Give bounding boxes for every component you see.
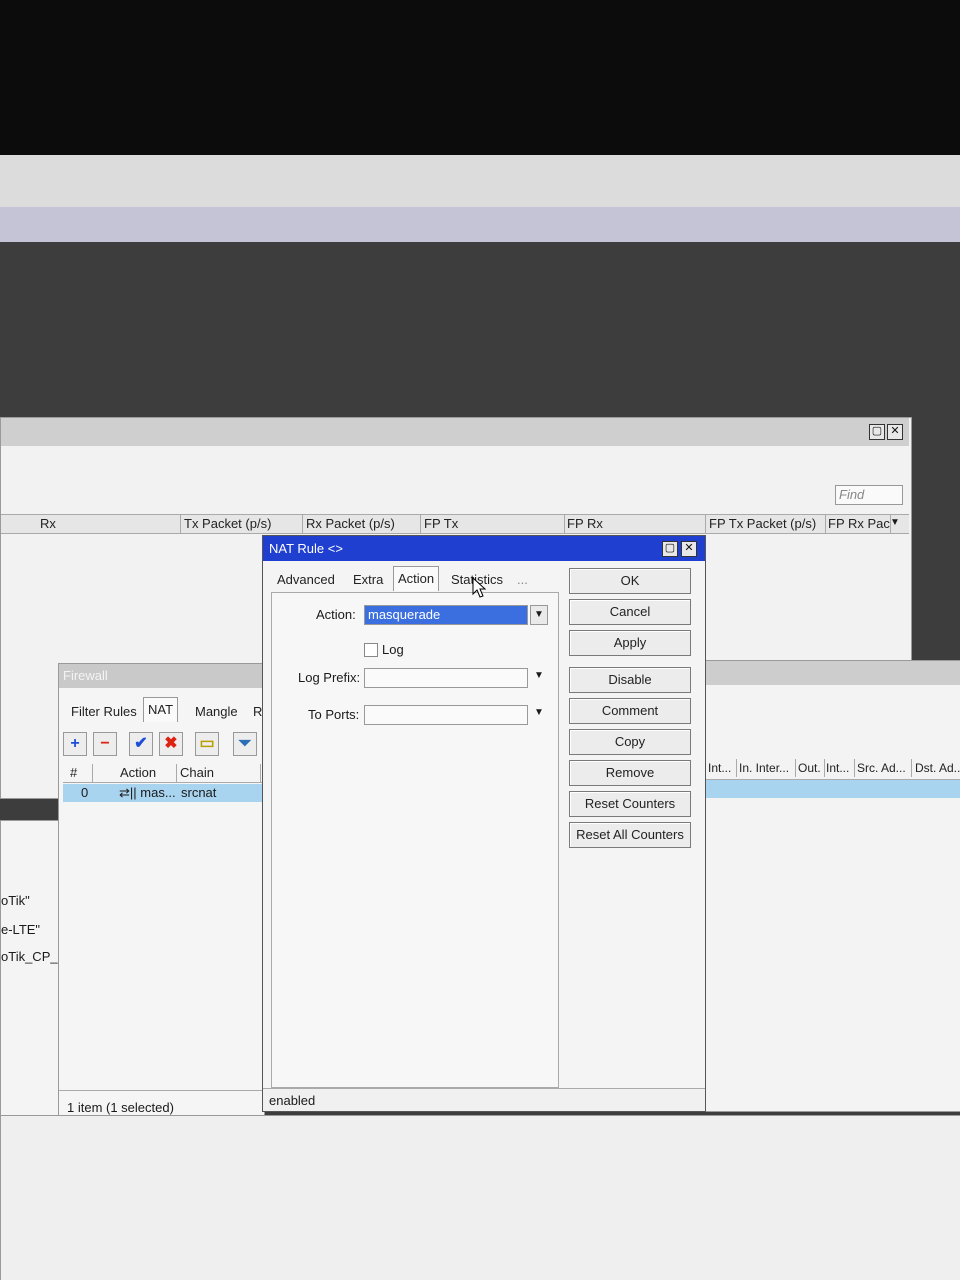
desktop-screen: ▢ ✕ Find Rx Tx Packet (p/s) Rx Packet (p… xyxy=(0,155,960,1280)
column-out-interface-list[interactable]: Int... xyxy=(823,759,855,777)
column-in-interface-list[interactable]: In. Inter... xyxy=(736,759,796,777)
apply-button[interactable]: Apply xyxy=(569,630,691,656)
comment-icon[interactable]: ▭ xyxy=(195,732,219,756)
app-menu-bar xyxy=(0,207,960,242)
find-input[interactable]: Find xyxy=(835,485,903,505)
reset-counters-button[interactable]: Reset Counters xyxy=(569,791,691,817)
action-value: masquerade xyxy=(368,607,441,622)
app-top-area xyxy=(0,155,960,207)
row-chain: srcnat xyxy=(181,785,217,800)
column-chain[interactable]: Chain xyxy=(177,764,261,782)
nat-rule-status-bar: enabled xyxy=(263,1088,705,1111)
filter-icon[interactable]: ⏷ xyxy=(233,732,257,756)
to-ports-dropdown-icon[interactable]: ▼ xyxy=(534,707,544,718)
firewall-right-titlebar xyxy=(701,661,960,685)
remove-button[interactable]: Remove xyxy=(569,760,691,786)
column-src-address[interactable]: Src. Ad... xyxy=(854,759,912,777)
left-list-item[interactable]: oTik" xyxy=(1,893,30,908)
close-icon[interactable]: ✕ xyxy=(887,424,903,440)
log-prefix-input[interactable] xyxy=(364,668,528,688)
column-in-interface[interactable]: Int... xyxy=(705,759,737,777)
to-ports-label: To Ports: xyxy=(308,707,360,722)
add-icon[interactable]: + xyxy=(63,732,87,756)
cancel-button[interactable]: Cancel xyxy=(569,599,691,625)
row-number: 0 xyxy=(81,785,89,800)
cursor-icon xyxy=(472,577,487,598)
action-dropdown-icon[interactable]: ▼ xyxy=(530,605,548,625)
nat-table-header: # Action Chain xyxy=(63,764,263,783)
maximize-icon[interactable]: ▢ xyxy=(662,541,678,557)
lower-background-window xyxy=(0,1115,960,1280)
remove-icon[interactable]: − xyxy=(93,732,117,756)
nat-rule-dialog: NAT Rule <> ▢ ✕ Advanced Extra Action St… xyxy=(262,535,706,1112)
firewall-status: 1 item (1 selected) xyxy=(67,1100,174,1115)
firewall-title: Firewall xyxy=(63,668,108,683)
columns-dropdown-icon[interactable]: ▼ xyxy=(890,517,900,528)
to-ports-input[interactable] xyxy=(364,705,528,725)
row-action: ⇄|| mas... xyxy=(119,785,176,800)
tab-more[interactable]: ... xyxy=(513,568,532,592)
interfaces-titlebar xyxy=(1,418,909,446)
column-fp-rx[interactable]: FP Rx xyxy=(564,515,706,533)
firewall-window: Firewall Filter Rules NAT Mangle R + − ✔… xyxy=(58,663,265,1122)
log-label: Log xyxy=(382,642,404,657)
column-rx-packet[interactable]: Rx Packet (p/s) xyxy=(303,515,421,533)
close-icon[interactable]: ✕ xyxy=(681,541,697,557)
action-label: Action: xyxy=(316,607,356,622)
column-rx[interactable]: Rx xyxy=(37,515,181,533)
find-placeholder: Find xyxy=(839,487,865,502)
selected-row-extension[interactable] xyxy=(701,780,960,798)
disable-icon[interactable]: ✖ xyxy=(159,732,183,756)
tab-advanced[interactable]: Advanced xyxy=(273,568,339,592)
nat-rule-title: NAT Rule <> xyxy=(269,541,343,556)
column-fp-tx-packet[interactable]: FP Tx Packet (p/s) xyxy=(706,515,826,533)
log-prefix-dropdown-icon[interactable]: ▼ xyxy=(534,670,544,681)
table-row[interactable]: 0 ⇄|| mas... srcnat xyxy=(63,784,263,802)
firewall-titlebar: Firewall xyxy=(59,664,264,688)
left-list-item[interactable]: oTik_CP_ xyxy=(1,949,58,964)
reset-all-counters-button[interactable]: Reset All Counters xyxy=(569,822,691,848)
column-tx-packet[interactable]: Tx Packet (p/s) xyxy=(181,515,303,533)
action-select[interactable]: masquerade xyxy=(364,605,528,625)
nat-rule-titlebar: NAT Rule <> ▢ ✕ xyxy=(263,536,705,561)
tab-extra[interactable]: Extra xyxy=(349,568,387,592)
column-number[interactable]: # xyxy=(67,764,93,782)
interfaces-column-header: Rx Tx Packet (p/s) Rx Packet (p/s) FP Tx… xyxy=(1,514,909,534)
tab-nat[interactable]: NAT xyxy=(143,697,179,722)
tab-action[interactable]: Action xyxy=(393,566,440,591)
firewall-right-pane: Int... In. Inter... Out. Int... Src. Ad.… xyxy=(700,660,960,1112)
ok-button[interactable]: OK xyxy=(569,568,691,594)
log-prefix-label: Log Prefix: xyxy=(298,670,361,685)
column-action[interactable]: Action xyxy=(117,764,177,782)
column-fp-tx[interactable]: FP Tx xyxy=(421,515,565,533)
comment-button[interactable]: Comment xyxy=(569,698,691,724)
log-checkbox[interactable] xyxy=(364,643,378,657)
tab-mangle[interactable]: Mangle xyxy=(191,700,242,724)
maximize-icon[interactable]: ▢ xyxy=(869,424,885,440)
tab-filter-rules[interactable]: Filter Rules xyxy=(67,700,141,724)
disable-button[interactable]: Disable xyxy=(569,667,691,693)
copy-button[interactable]: Copy xyxy=(569,729,691,755)
nat-rule-status: enabled xyxy=(269,1093,316,1108)
column-dst-address[interactable]: Dst. Ad... xyxy=(912,759,960,777)
left-list-item[interactable]: e-LTE" xyxy=(1,922,40,937)
enable-icon[interactable]: ✔ xyxy=(129,732,153,756)
nat-rule-form-area: Action: masquerade ▼ Log Log Prefix: ▼ T… xyxy=(271,592,559,1088)
left-list-window: oTik" e-LTE" oTik_CP_ xyxy=(0,820,60,1122)
firewall-right-header: Int... In. Inter... Out. Int... Src. Ad.… xyxy=(701,759,960,780)
column-fp-rx-packet[interactable]: FP Rx Pac xyxy=(825,515,891,533)
column-out-interface[interactable]: Out. xyxy=(795,759,825,777)
